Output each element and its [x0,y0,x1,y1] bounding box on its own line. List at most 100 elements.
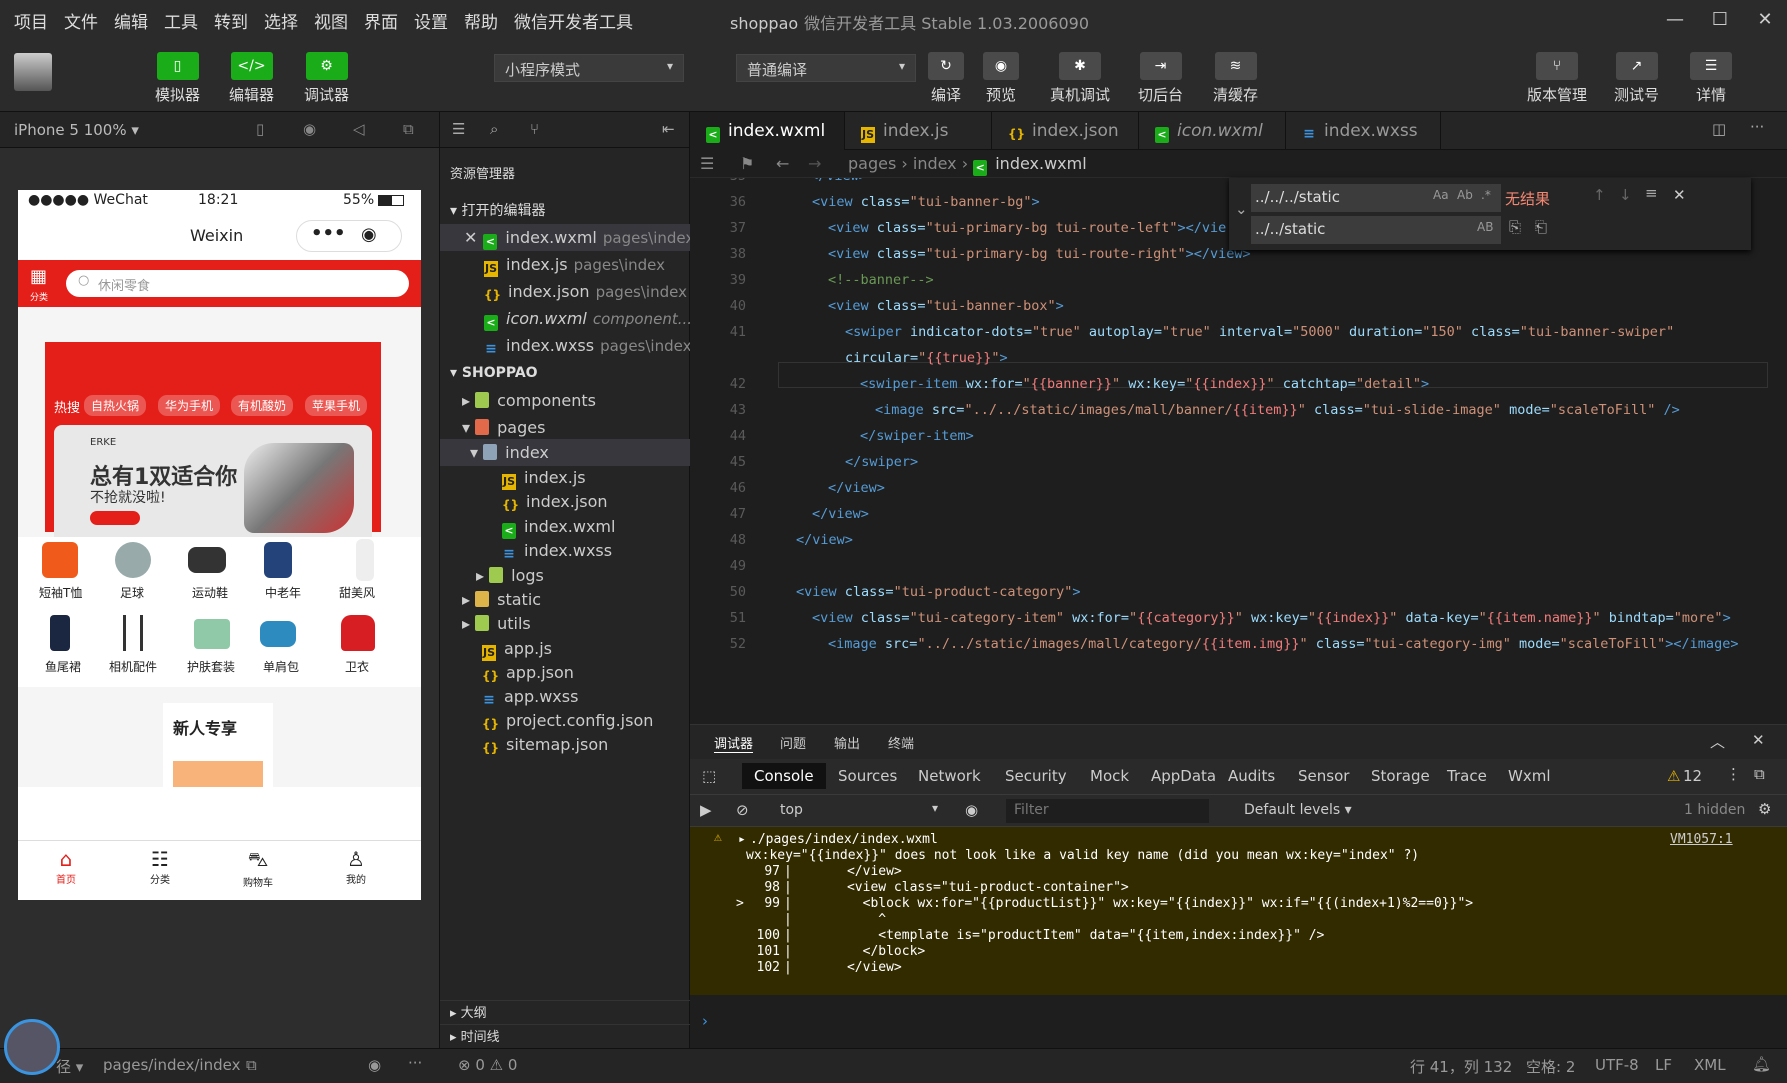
minimize-icon[interactable]: — [1660,6,1690,34]
filter-input[interactable]: Filter [1006,799,1209,823]
tree-file[interactable]: {} project.config.json [440,707,690,734]
list-icon[interactable]: ☰ [700,154,714,173]
find-in-selection-icon[interactable]: ≡ [1645,184,1658,202]
close-icon[interactable]: ✕ [464,228,477,247]
collapse-icon[interactable]: ⇤ [662,120,675,138]
devtab-sources[interactable]: Sources [838,767,897,785]
skincare-icon[interactable] [194,619,230,649]
back-icon[interactable]: ← [776,154,789,173]
dress-icon[interactable] [356,539,374,581]
tree-file[interactable]: JS app.js [440,635,690,662]
open-editor-item[interactable]: < icon.wxml component... [440,305,690,332]
more-icon[interactable]: ··· [408,1054,422,1072]
devtab-sensor[interactable]: Sensor [1298,767,1349,785]
open-editors-header[interactable]: ▾ 打开的编辑器 [440,198,690,224]
category-item[interactable]: 足球 [120,584,144,601]
clear-cache-button[interactable]: ≋ 清缓存 [1213,52,1258,105]
tree-file[interactable]: {} index.json [440,488,690,515]
close-icon[interactable]: ✕ [1750,6,1780,34]
language-mode[interactable]: XML [1694,1056,1726,1074]
breadcrumb-item[interactable]: pages [848,154,896,173]
outline-header[interactable]: ▸ 大纲 [440,1000,690,1026]
path-label[interactable]: 径 ▾ [56,1056,83,1077]
problem-counts[interactable]: ⊗ 0 ⚠ 0 [458,1056,517,1074]
tab-cart[interactable]: ⛍ 购物车 [236,847,280,889]
category-item[interactable]: 甜美风 [339,584,375,601]
context-select[interactable]: top [780,802,803,818]
tree-file[interactable]: < index.wxml [440,513,690,540]
menu-item-devtools[interactable]: 微信开发者工具 [514,8,633,33]
hot-tag[interactable]: 有机酸奶 [231,395,294,416]
eye-icon[interactable]: ◉ [965,801,978,819]
football-icon[interactable] [115,542,151,578]
volume-icon[interactable]: ◁ [353,120,365,138]
warning-count[interactable]: 12 [1683,767,1702,785]
test-account-button[interactable]: ↗ 测试号 [1614,52,1659,105]
warning-icon[interactable]: ⚠ [1667,767,1680,785]
preview-button[interactable]: ◉ 预览 [983,52,1019,105]
editor-button[interactable]: </> 编辑器 [229,52,274,105]
compile-button[interactable]: ↻ 编译 [928,52,964,105]
tshirt-icon[interactable] [42,542,78,578]
simulator-button[interactable]: ▯ 模拟器 [155,52,200,105]
tree-file[interactable]: ≡ app.wxss [440,683,690,710]
list-icon[interactable]: ☰ [452,120,465,138]
cursor-position[interactable]: 行 41，列 132 [1410,1056,1512,1077]
copy-icon[interactable]: ⧉ [246,1056,257,1074]
forward-icon[interactable]: → [808,154,821,173]
polo-icon[interactable] [264,542,292,578]
find-input[interactable]: ../../../static Aa Ab .* [1251,184,1501,212]
encoding[interactable]: UTF-8 [1595,1056,1639,1074]
code-area[interactable]: 35 </view> 36 <view class="tui-banner-bg">… [690,178,1787,724]
replace-icon[interactable]: ⎘ [1509,218,1521,236]
tab-index-js[interactable]: JS index.js [845,112,992,150]
devtab-network[interactable]: Network [918,767,981,785]
devtab-mock[interactable]: Mock [1090,767,1129,785]
menu-item-help[interactable]: 帮助 [464,8,498,33]
more-icon[interactable]: ••• [311,223,346,244]
menu-item-file[interactable]: 文件 [64,8,98,33]
tab-category[interactable]: ☷ 分类 [140,847,180,886]
category-item[interactable]: 运动鞋 [192,584,228,601]
category-item[interactable]: 卫衣 [345,658,369,675]
whole-word-icon[interactable]: Ab [1457,188,1473,202]
menu-item-select[interactable]: 选择 [264,8,298,33]
sidebar-toggle-icon[interactable]: ▶ [700,801,712,819]
open-editor-item[interactable]: {} index.json pages\index [440,278,690,305]
category-item[interactable]: 短袖T恤 [39,584,82,601]
tree-file[interactable]: ≡ index.wxss [440,537,690,564]
line-ending[interactable]: LF [1655,1056,1672,1074]
expand-icon[interactable]: ▸ [738,832,746,847]
previous-match-icon[interactable]: ↑ [1593,186,1606,204]
close-find-icon[interactable]: ✕ [1673,186,1686,204]
tab-home[interactable]: ⌂ 首页 [46,847,86,886]
next-match-icon[interactable]: ↓ [1619,186,1632,204]
open-editor-item[interactable]: ≡ index.wxss pages\index [440,332,690,359]
maximize-panel-icon[interactable]: ︿ [1710,731,1725,752]
hot-tag[interactable]: 自热火锅 [84,395,147,416]
breadcrumb-item[interactable]: index [913,154,957,173]
banner-cta[interactable] [90,511,140,525]
tab-debugger[interactable]: 调试器 [714,733,754,753]
close-miniprogram-icon[interactable]: ◉ [361,224,377,245]
timeline-header[interactable]: ▸ 时间线 [440,1024,690,1050]
tree-folder[interactable]: ▾ pages [440,414,690,441]
tree-file[interactable]: {} sitemap.json [440,731,690,758]
category-item[interactable]: 单肩包 [263,658,299,675]
tab-problems[interactable]: 问题 [780,733,806,752]
bell-icon[interactable]: 🔔︎ [1752,1055,1771,1073]
toggle-replace-icon[interactable]: ⌄ [1235,200,1248,218]
open-editor-item[interactable]: JS index.js pages\index [440,251,690,278]
more-actions-icon[interactable]: ··· [1750,118,1764,136]
version-button[interactable]: ⑂ 版本管理 [1527,52,1587,105]
source-link[interactable]: VM1057:1 [1670,832,1733,847]
split-editor-icon[interactable]: ◫ [1712,120,1726,138]
tab-icon-wxml[interactable]: < icon.wxml [1139,112,1286,150]
popout-icon[interactable]: ⧉ [403,120,414,138]
capsule-button[interactable]: ••• ◉ [296,220,402,252]
maximize-icon[interactable]: ☐ [1705,6,1735,34]
tree-file[interactable]: {} app.json [440,659,690,686]
git-icon[interactable]: ⑂ [530,120,539,138]
devtab-security[interactable]: Security [1005,767,1067,785]
user-avatar[interactable] [4,1019,60,1075]
